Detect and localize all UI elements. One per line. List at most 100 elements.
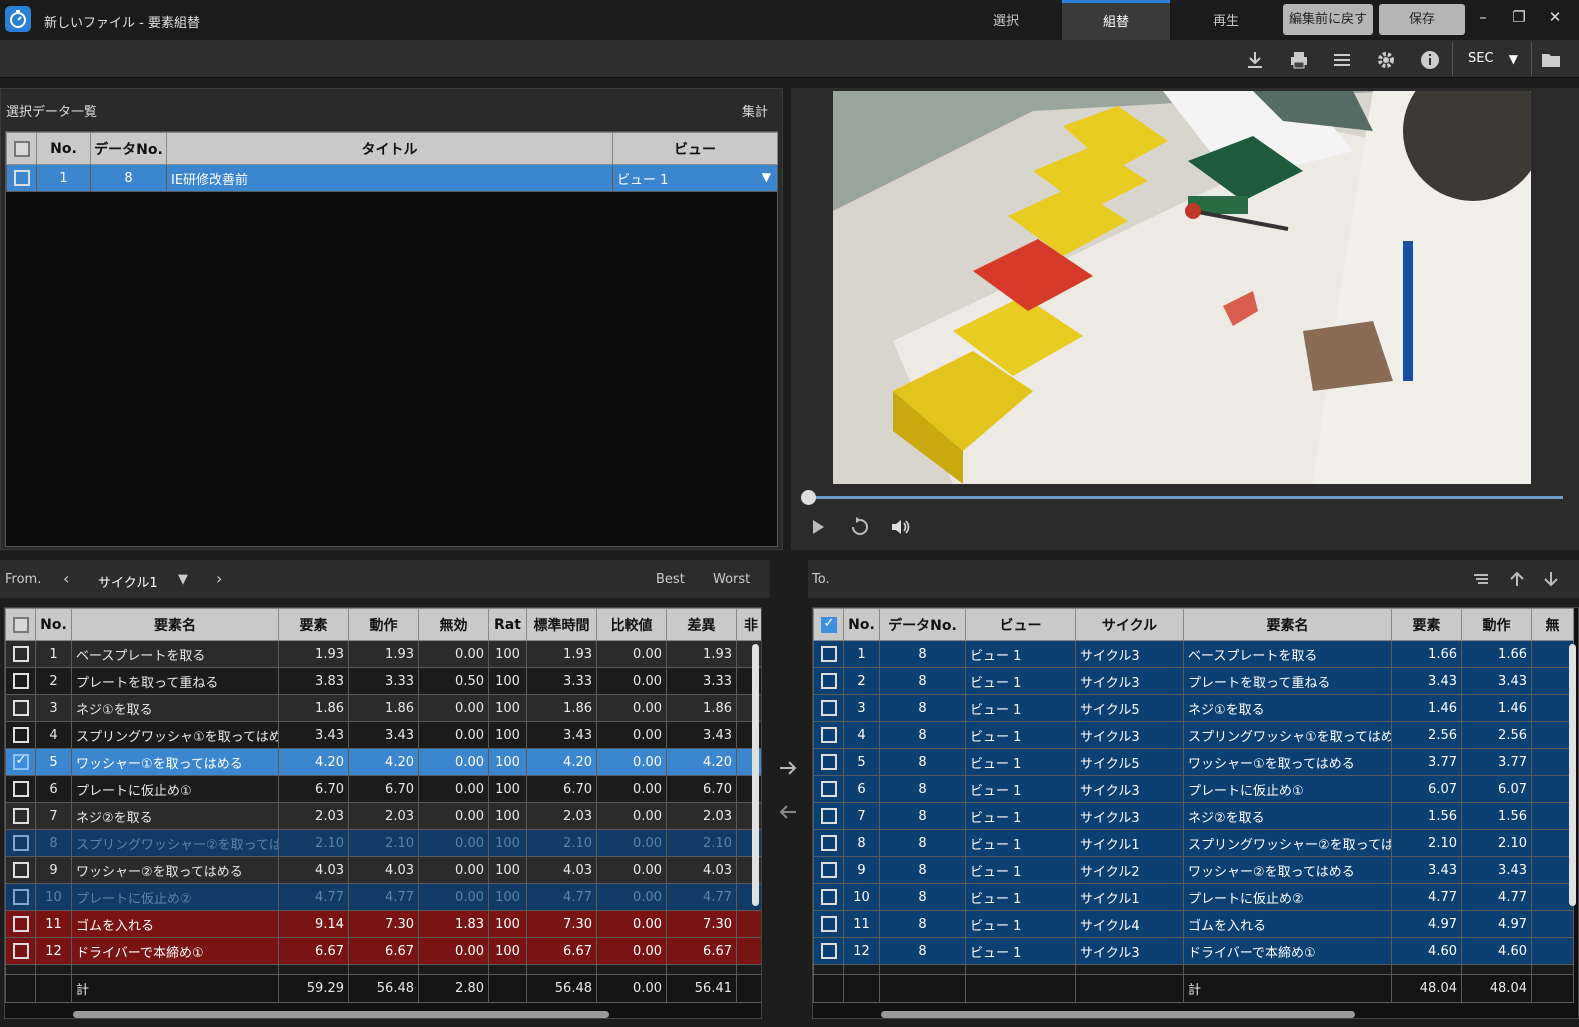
tab-select[interactable]: 選択	[952, 0, 1060, 40]
replay-icon[interactable]	[849, 516, 871, 538]
table-row[interactable]: 12 ドライバーで本締め① 6.67 6.67 0.00 100 6.67 0.00 6.67	[5, 937, 761, 965]
column-header[interactable]: No.	[36, 132, 91, 165]
row-checkbox[interactable]	[5, 937, 36, 965]
worst-button[interactable]: Worst	[713, 572, 750, 587]
table-row[interactable]: 1 8 ビュー 1 サイクル3 ベースプレートを取る 1.66 1.66	[813, 640, 1574, 668]
column-header[interactable]: サイクル	[1075, 608, 1184, 641]
move-up-icon[interactable]	[1508, 570, 1526, 592]
close-icon[interactable]: ✕	[1544, 6, 1566, 28]
prev-cycle-icon[interactable]: ‹	[63, 569, 69, 588]
table-row[interactable]: 11 ゴムを入れる 9.14 7.30 1.83 100 7.30 0.00 7.30	[5, 910, 761, 938]
column-header[interactable]: 要素	[278, 608, 349, 641]
row-checkbox[interactable]	[5, 748, 36, 776]
table-row[interactable]: 8スプリングワッシャー②を取ってはめる2.102.100.001002.100.…	[5, 829, 761, 857]
horizontal-scrollbar[interactable]	[73, 1011, 609, 1018]
seek-handle[interactable]	[801, 490, 816, 505]
column-header[interactable]: タイトル	[166, 132, 613, 165]
row-checkbox[interactable]	[813, 883, 844, 911]
column-header[interactable]: データNo.	[879, 608, 966, 641]
table-row[interactable]: 12 8 ビュー 1 サイクル3 ドライバーで本締め① 4.60 4.60	[813, 937, 1574, 965]
column-header[interactable]: データNo.	[90, 132, 167, 165]
row-checkbox[interactable]	[813, 910, 844, 938]
sort-icon[interactable]	[1472, 570, 1490, 592]
column-header[interactable]: 動作	[348, 608, 419, 641]
row-checkbox[interactable]	[813, 775, 844, 803]
table-row[interactable]: 2 8 ビュー 1 サイクル3 プレートを取って重ねる 3.43 3.43	[813, 667, 1574, 695]
table-row[interactable]: 2 プレートを取って重ねる 3.83 3.33 0.50 100 3.33 0.00 3.33	[5, 667, 761, 695]
table-row[interactable]: 4 8 ビュー 1 サイクル3 スプリングワッシャ①を取ってはめる 2.56 2.56	[813, 721, 1574, 749]
table-row[interactable]: 9 ワッシャー②を取ってはめる 4.03 4.03 0.00 100 4.03 0.00 4.0…	[5, 856, 761, 884]
row-checkbox[interactable]	[813, 829, 844, 857]
row-checkbox[interactable]	[5, 883, 36, 911]
table-row[interactable]: 5ワッシャー①を取ってはめる4.204.200.001004.200.004.2…	[5, 748, 761, 776]
move-down-icon[interactable]	[1542, 570, 1560, 592]
arrow-right-icon[interactable]	[778, 758, 798, 778]
volume-icon[interactable]	[889, 516, 911, 538]
tab-rearrange[interactable]: 組替	[1062, 0, 1170, 40]
play-icon[interactable]	[807, 516, 829, 538]
row-checkbox[interactable]	[5, 640, 36, 668]
cycle-select-value[interactable]: サイクル1	[98, 572, 158, 591]
row-checkbox[interactable]	[5, 694, 36, 722]
caret-down-icon[interactable]: ▼	[178, 572, 188, 587]
tab-playback[interactable]: 再生	[1172, 0, 1280, 40]
row-checkbox[interactable]	[813, 667, 844, 695]
row-checkbox[interactable]	[5, 775, 36, 803]
video-player[interactable]	[833, 91, 1531, 484]
select-all-checkbox[interactable]	[6, 132, 37, 165]
row-checkbox[interactable]	[813, 640, 844, 668]
table-row[interactable]: 11 8 ビュー 1 サイクル4 ゴムを入れる 4.97 4.97	[813, 910, 1574, 938]
column-header[interactable]: 要素	[1391, 608, 1462, 641]
column-header[interactable]: 比較値	[596, 608, 667, 641]
table-row[interactable]: 3 8 ビュー 1 サイクル5 ネジ①を取る 1.46 1.46	[813, 694, 1574, 722]
table-row[interactable]: 4 スプリングワッシャ①を取ってはめる 3.43 3.43 0.00 100 3.43 0.0…	[5, 721, 761, 749]
table-row[interactable]: 3 ネジ①を取る 1.86 1.86 0.00 100 1.86 0.00 1.86	[5, 694, 761, 722]
download-icon[interactable]	[1244, 49, 1266, 71]
table-row[interactable]: 5 8 ビュー 1 サイクル5 ワッシャー①を取ってはめる 3.77 3.77	[813, 748, 1574, 776]
row-checkbox[interactable]	[813, 856, 844, 884]
restore-icon[interactable]: ❐	[1508, 6, 1530, 28]
row-checkbox[interactable]	[5, 856, 36, 884]
vertical-scrollbar[interactable]	[1569, 644, 1576, 906]
table-row[interactable]: 7 ネジ②を取る 2.03 2.03 0.00 100 2.03 0.00 2.03	[5, 802, 761, 830]
row-checkbox[interactable]	[813, 694, 844, 722]
row-checkbox[interactable]	[5, 910, 36, 938]
row-checkbox[interactable]	[813, 937, 844, 965]
unit-select[interactable]: SEC ▼	[1462, 48, 1524, 70]
row-checkbox[interactable]	[813, 721, 844, 749]
row-checkbox[interactable]	[5, 721, 36, 749]
table-row[interactable]: 1 8 IE研修改善前 ビュー 1 ▼	[6, 164, 778, 192]
gear-icon[interactable]	[1375, 49, 1397, 71]
aggregate-button[interactable]: 集計	[742, 101, 768, 120]
column-header[interactable]: 無	[1531, 608, 1574, 641]
row-checkbox[interactable]	[5, 802, 36, 830]
row-checkbox[interactable]	[5, 829, 36, 857]
column-header[interactable]: ビュー	[612, 132, 778, 165]
minimize-icon[interactable]: –	[1472, 6, 1494, 28]
print-icon[interactable]	[1288, 49, 1310, 71]
column-header[interactable]: 非	[736, 608, 761, 641]
column-header[interactable]: No.	[35, 608, 72, 641]
row-checkbox[interactable]	[813, 802, 844, 830]
arrow-left-icon[interactable]	[778, 802, 798, 822]
table-row[interactable]: 6 8 ビュー 1 サイクル3 プレートに仮止め① 6.07 6.07	[813, 775, 1574, 803]
folder-icon[interactable]	[1540, 49, 1562, 71]
column-header[interactable]: 標準時間	[526, 608, 597, 641]
column-header[interactable]: 無効	[418, 608, 489, 641]
menu-icon[interactable]	[1331, 49, 1353, 71]
row-checkbox[interactable]	[6, 164, 37, 192]
horizontal-scrollbar[interactable]	[881, 1011, 1355, 1018]
table-row[interactable]: 10 プレートに仮止め② 4.77 4.77 0.00 100 4.77 0.00 4.77	[5, 883, 761, 911]
info-icon[interactable]	[1419, 49, 1441, 71]
row-checkbox[interactable]	[5, 667, 36, 695]
column-header[interactable]: No.	[843, 608, 880, 641]
select-all-checkbox[interactable]	[813, 608, 844, 641]
column-header[interactable]: ビュー	[965, 608, 1076, 641]
table-row[interactable]: 9 8 ビュー 1 サイクル2 ワッシャー②を取ってはめる 3.43 3.43	[813, 856, 1574, 884]
table-row[interactable]: 1 ベースプレートを取る 1.93 1.93 0.00 100 1.93 0.00 1.93	[5, 640, 761, 668]
column-header[interactable]: 要素名	[71, 608, 279, 641]
vertical-scrollbar[interactable]	[752, 644, 759, 906]
column-header[interactable]: 動作	[1461, 608, 1532, 641]
column-header[interactable]: 要素名	[1183, 608, 1392, 641]
table-row[interactable]: 10 8 ビュー 1 サイクル1 プレートに仮止め② 4.77 4.77	[813, 883, 1574, 911]
